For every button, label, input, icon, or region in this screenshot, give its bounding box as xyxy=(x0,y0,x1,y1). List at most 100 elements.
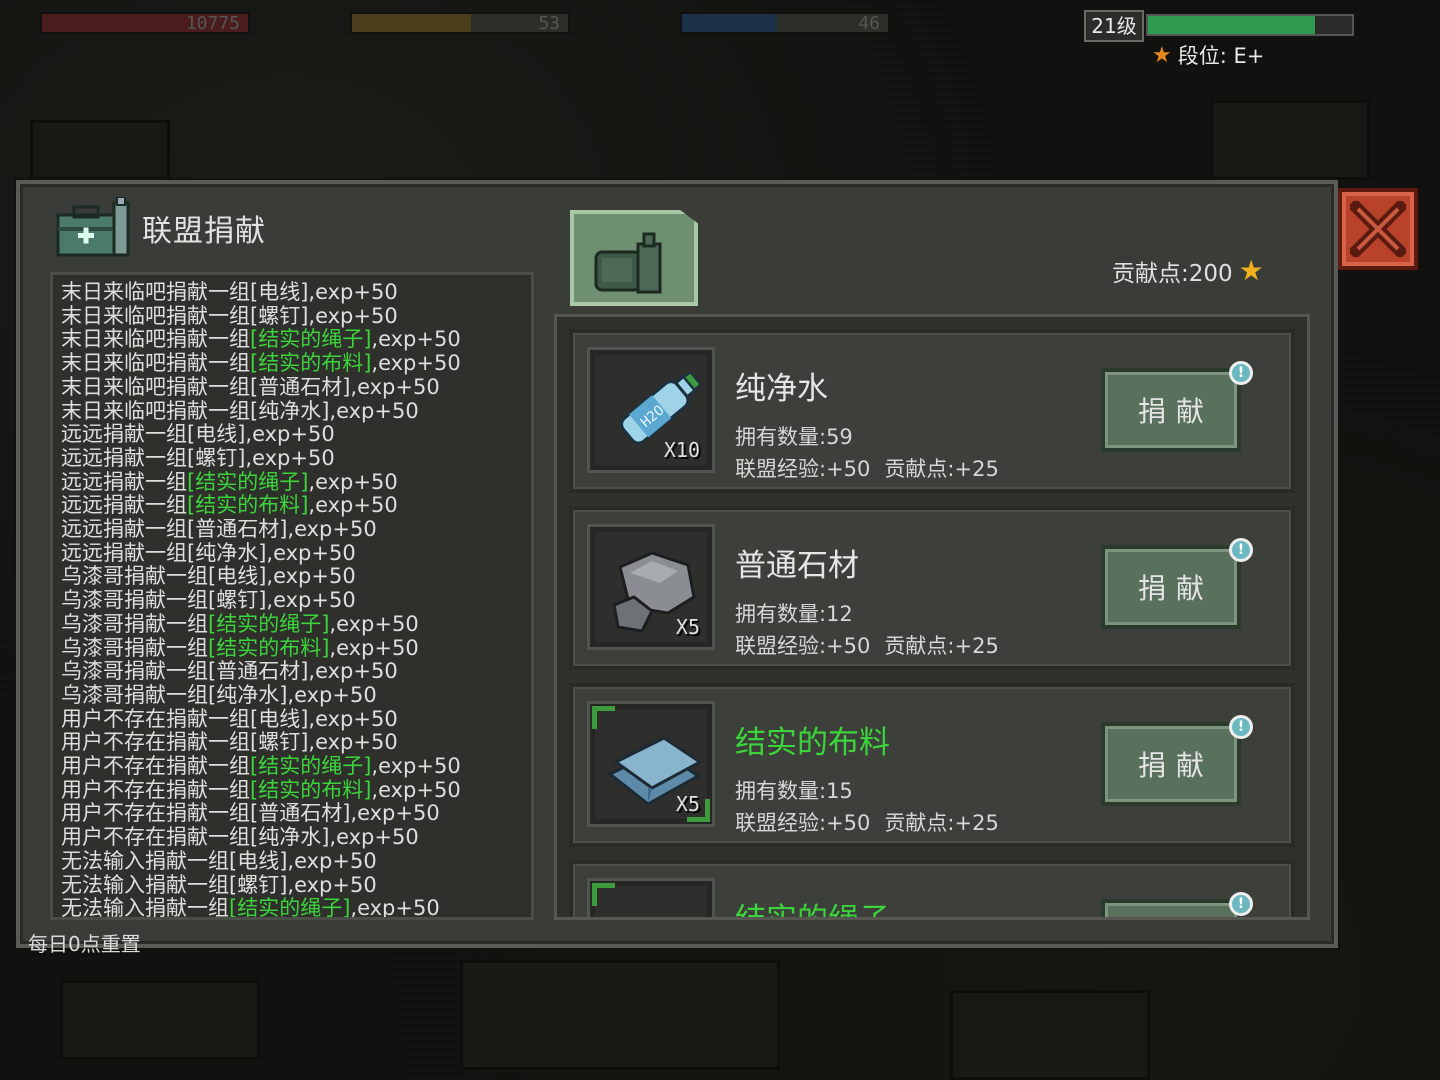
close-button[interactable] xyxy=(1338,188,1418,270)
log-entry: 乌漆哥捐献一组[电线],exp+50 xyxy=(61,565,531,589)
water-bar: 46 xyxy=(680,12,890,34)
log-entry: 末日来临吧捐献一组[螺钉],exp+50 xyxy=(61,303,531,329)
log-entry-item: [普通石材] xyxy=(250,801,351,826)
log-entry-item: [螺钉] xyxy=(250,303,309,328)
log-entry: 无法输入捐献一组[结实的绳子],exp+50 xyxy=(61,896,531,920)
water-bottle-icon: H2O X10 xyxy=(587,347,715,473)
log-entry: 乌漆哥捐献一组[普通石材],exp+50 xyxy=(61,659,531,684)
log-entry: 乌漆哥捐献一组[结实的布料],exp+50 xyxy=(61,635,531,661)
log-entry-item: [电线] xyxy=(250,280,309,304)
log-entry-text: 乌漆哥捐献一组 xyxy=(61,611,208,636)
stone-icon: X5 xyxy=(587,524,715,650)
log-entry-item: [纯净水] xyxy=(250,398,330,423)
hp-bar: 10775 xyxy=(40,12,250,34)
info-icon[interactable]: ! xyxy=(1229,538,1253,562)
log-entry-text: 远远捐献一组 xyxy=(61,469,187,494)
donation-log[interactable]: 末日来临吧捐献一组[电线],exp+50 末日来临吧捐献一组[螺钉],exp+50… xyxy=(50,272,534,920)
log-entry: 用户不存在捐献一组[结实的绳子],exp+50 xyxy=(61,754,531,779)
log-entry-item: [结实的布料] xyxy=(208,635,330,660)
donate-button[interactable]: 捐献 xyxy=(1101,899,1241,917)
log-entry-text: 无法输入捐献一组 xyxy=(61,896,229,920)
log-entry: 远远捐献一组[普通石材],exp+50 xyxy=(61,517,531,542)
log-entry-exp: ,exp+50 xyxy=(266,588,356,613)
log-entry-exp: ,exp+50 xyxy=(266,540,356,565)
log-entry-text: 末日来临吧捐献一组 xyxy=(61,303,250,328)
log-entry-text: 无法输入捐献一组 xyxy=(61,848,229,873)
log-entry-item: [结实的绳子] xyxy=(229,896,351,920)
item-owned-count: 拥有数量:12 xyxy=(735,602,853,626)
log-entry: 用户不存在捐献一组[普通石材],exp+50 xyxy=(61,802,531,826)
log-entry-item: [螺钉] xyxy=(208,588,267,613)
log-entry-item: [电线] xyxy=(250,706,309,731)
log-entry-item: [普通石材] xyxy=(250,374,351,399)
log-entry-exp: ,exp+50 xyxy=(350,896,440,920)
rope-icon xyxy=(587,878,715,917)
item-reward: 联盟经验:+50 贡献点:+25 xyxy=(735,453,999,483)
tab-supplies[interactable] xyxy=(570,210,698,306)
log-entry-exp: ,exp+50 xyxy=(308,659,398,684)
log-entry-text: 远远捐献一组 xyxy=(61,540,187,565)
log-entry: 无法输入捐献一组[电线],exp+50 xyxy=(61,848,531,874)
log-entry-item: [纯净水] xyxy=(208,682,288,707)
log-entry: 用户不存在捐献一组[结实的布料],exp+50 xyxy=(61,777,531,803)
item-reward: 联盟经验:+50 贡献点:+25 xyxy=(735,630,999,660)
log-entry-text: 末日来临吧捐献一组 xyxy=(61,351,250,376)
log-entry-item: [纯净水] xyxy=(250,825,330,850)
log-entry: 远远捐献一组[电线],exp+50 xyxy=(61,422,531,447)
donate-button[interactable]: 捐献 xyxy=(1101,545,1241,629)
log-entry-exp: ,exp+50 xyxy=(287,872,377,897)
log-entry-item: [普通石材] xyxy=(187,517,288,542)
donation-item-list[interactable]: H2O X10 纯净水 拥有数量:59 联盟经验:+50 贡献点:+25 捐献 !… xyxy=(554,314,1310,920)
water-value: 46 xyxy=(858,13,880,34)
log-entry: 无法输入捐献一组[螺钉],exp+50 xyxy=(61,872,531,898)
log-entry-item: [螺钉] xyxy=(229,872,288,897)
log-entry-exp: ,exp+50 xyxy=(287,517,377,542)
log-entry: 乌漆哥捐献一组[纯净水],exp+50 xyxy=(61,682,531,708)
donation-item-card: 结实的绳子 捐献 ! xyxy=(569,860,1295,920)
log-entry-item: [结实的绳子] xyxy=(187,469,309,494)
log-entry-item: [结实的布料] xyxy=(250,777,372,802)
log-entry-exp: ,exp+50 xyxy=(308,303,398,328)
log-entry-item: [结实的布料] xyxy=(187,493,309,518)
info-icon[interactable]: ! xyxy=(1229,361,1253,385)
log-entry-item: [电线] xyxy=(208,564,267,589)
rank-star-icon: ★ xyxy=(1152,42,1172,68)
log-entry-text: 用户不存在捐献一组 xyxy=(61,777,250,802)
log-entry-item: [结实的布料] xyxy=(250,351,372,376)
close-icon xyxy=(1350,201,1406,257)
alliance-donation-panel: 联盟捐献 末日来临吧捐献一组[电线],exp+50 末日来临吧捐献一组[螺钉],e… xyxy=(16,180,1338,956)
donate-button[interactable]: 捐献 xyxy=(1101,368,1241,452)
item-name: 普通石材 xyxy=(735,548,859,584)
log-entry-item: [结实的绳子] xyxy=(250,327,372,352)
log-entry: 末日来临吧捐献一组[电线],exp+50 xyxy=(61,280,531,305)
donation-item-card: H2O X10 纯净水 拥有数量:59 联盟经验:+50 贡献点:+25 捐献 ! xyxy=(569,329,1295,493)
log-entry: 末日来临吧捐献一组[纯净水],exp+50 xyxy=(61,398,531,424)
donate-button[interactable]: 捐献 xyxy=(1101,722,1241,806)
log-entry: 末日来临吧捐献一组[普通石材],exp+50 xyxy=(61,374,531,400)
item-name: 结实的绳子 xyxy=(735,902,890,920)
log-entry-text: 末日来临吧捐献一组 xyxy=(61,374,250,399)
log-entry-text: 末日来临吧捐献一组 xyxy=(61,280,250,304)
log-entry-exp: ,exp+50 xyxy=(308,706,398,731)
item-quantity: X10 xyxy=(663,438,700,462)
log-entry-text: 远远捐献一组 xyxy=(61,517,187,542)
item-exp-reward: 联盟经验:+50 xyxy=(735,811,871,835)
item-reward: 联盟经验:+50 贡献点:+25 xyxy=(735,807,999,837)
rank-text: 段位: E+ xyxy=(1177,44,1265,68)
log-entry-exp: ,exp+50 xyxy=(308,493,398,518)
log-entry-exp: ,exp+50 xyxy=(371,777,461,802)
log-entry-item: [电线] xyxy=(229,848,288,873)
log-entry: 末日来临吧捐献一组[结实的绳子],exp+50 xyxy=(61,328,531,352)
log-entry-text: 远远捐献一组 xyxy=(61,445,187,470)
log-entry-exp: ,exp+50 xyxy=(329,635,419,660)
info-icon[interactable]: ! xyxy=(1229,892,1253,916)
log-entry-text: 远远捐献一组 xyxy=(61,422,187,447)
log-entry-exp: ,exp+50 xyxy=(350,374,440,399)
donation-item-card: X5 结实的布料 拥有数量:15 联盟经验:+50 贡献点:+25 捐献 ! xyxy=(569,683,1295,847)
medkit-icon xyxy=(56,196,134,259)
info-icon[interactable]: ! xyxy=(1229,715,1253,739)
log-entry-text: 无法输入捐献一组 xyxy=(61,872,229,897)
log-entry: 用户不存在捐献一组[纯净水],exp+50 xyxy=(61,825,531,850)
log-entry: 远远捐献一组[结实的布料],exp+50 xyxy=(61,493,531,518)
hp-value: 10775 xyxy=(185,13,240,34)
